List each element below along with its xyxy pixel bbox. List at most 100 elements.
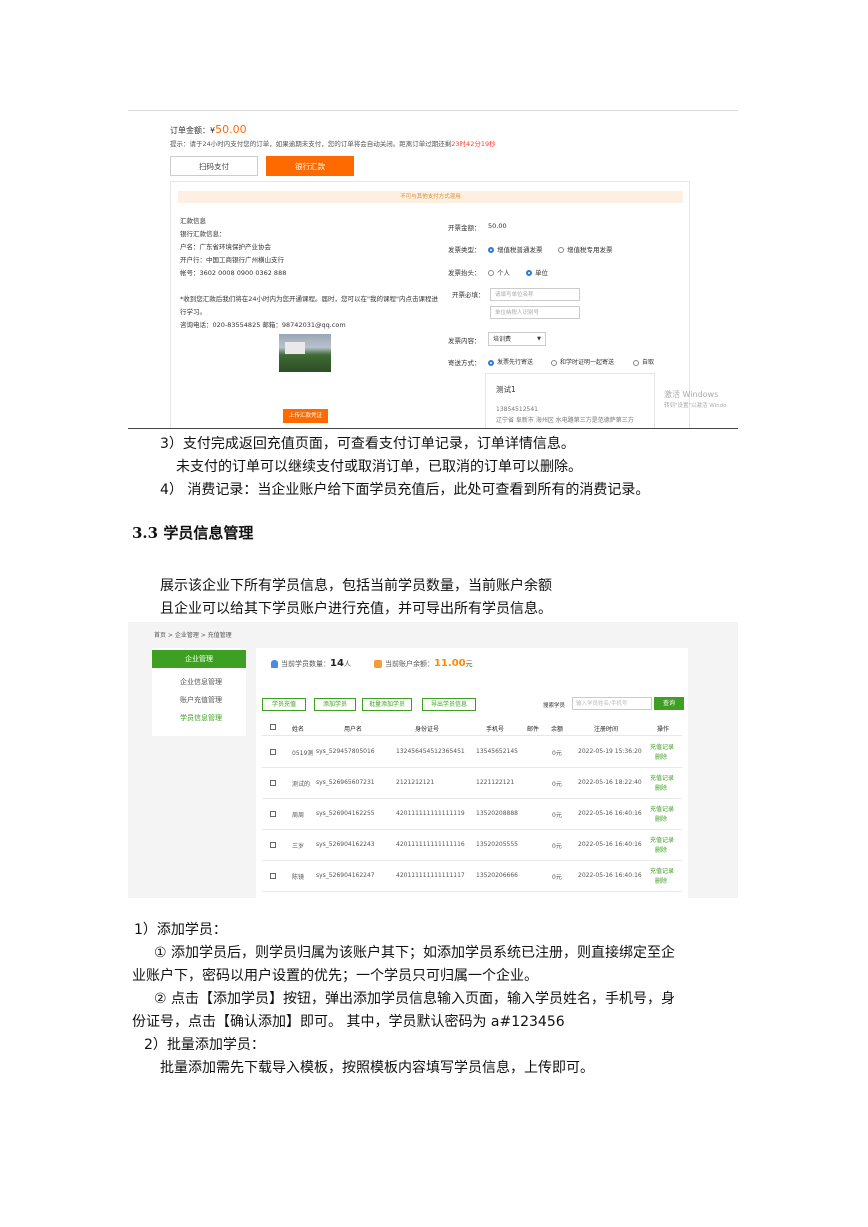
recharge-record-link[interactable]: 充值记录 xyxy=(650,774,674,784)
paragraph: 且企业可以给其下学员账户进行充值，并可导出所有学员信息。 xyxy=(160,601,552,617)
delivery-option[interactable]: 和学时证明一起寄送 xyxy=(551,357,614,366)
students-screenshot: 首页 > 企业管理 > 充值管理 企业管理 企业信息管理 账户充值管理 学员信息… xyxy=(128,622,738,898)
sidebar-title[interactable]: 企业管理 xyxy=(152,650,246,668)
table-cell-time: 2022-05-16 18:22:40 xyxy=(578,779,642,786)
invoice-title-option[interactable]: 单位 xyxy=(526,267,548,277)
account-balance: 当前账户余额：11.00元 xyxy=(374,658,473,669)
table-cell-name: 0519测 xyxy=(292,750,314,757)
add-student-button[interactable]: 添加学员 xyxy=(314,698,356,711)
table-cell-id: 2121212121 xyxy=(396,779,435,786)
column-header: 用户名 xyxy=(344,726,363,733)
table-cell-username: sys_529457805016 xyxy=(316,748,375,755)
delivery-option[interactable]: 发票先行寄送 xyxy=(488,357,533,366)
recharge-record-link[interactable]: 充值记录 xyxy=(650,805,674,815)
search-input[interactable]: 输入学员姓名/手机号 xyxy=(572,697,652,710)
tab-scan-pay[interactable]: 扫码支付 xyxy=(170,156,258,176)
bank-info-line: 开户行：中国工商银行广州横山支行 xyxy=(180,256,284,264)
table-cell-id: 420111111111111119 xyxy=(396,810,465,817)
table-cell-time: 2022-05-16 16:40:16 xyxy=(578,872,642,879)
row-actions: 充值记录 删除 xyxy=(650,743,674,763)
bank-info-line: 咨询电话：020-83554825 邮箱：98742031@qq.com xyxy=(180,321,346,329)
paragraph: ① 添加学员后，则学员归属为该账户其下；如添加学员系统已注册，则直接绑定至企 xyxy=(154,945,675,961)
sidebar-item-students[interactable]: 学员信息管理 xyxy=(180,713,222,723)
delete-link[interactable]: 删除 xyxy=(650,784,674,794)
radio-icon xyxy=(558,247,564,253)
paragraph: 展示该企业下所有学员信息，包括当前学员数量，当前账户余额 xyxy=(160,578,552,594)
export-button[interactable]: 导出学员信息 xyxy=(422,698,476,711)
radio-icon xyxy=(488,270,494,276)
paragraph: 2）批量添加学员： xyxy=(144,1037,265,1053)
row-checkbox[interactable] xyxy=(270,842,276,848)
tax-id-input[interactable]: 单位纳税人识别号 xyxy=(490,306,580,319)
column-header: 手机号 xyxy=(486,726,505,733)
chevron-down-icon: ▼ xyxy=(537,336,541,342)
table-cell-balance: 0元 xyxy=(552,781,562,788)
recharge-record-link[interactable]: 充值记录 xyxy=(650,867,674,877)
table-cell-name: 测试的 xyxy=(292,781,311,788)
radio-icon xyxy=(633,359,639,366)
payment-screenshot: 订单金额：¥50.00 提示：请于24小时内支付您的订单，如果逾期未支付，您的订… xyxy=(128,110,738,429)
paragraph: 4） 消费记录：当企业账户给下面学员充值后，此处可查看到所有的消费记录。 xyxy=(160,482,650,498)
table-cell-balance: 0元 xyxy=(552,843,562,850)
bank-info-line: 行学习。 xyxy=(180,308,206,316)
row-divider xyxy=(262,891,682,892)
bank-info-line: 户名：广东省环境保护产业协会 xyxy=(180,243,271,251)
windows-watermark: 激活 Windows xyxy=(664,390,719,399)
invoice-type-option[interactable]: 增值税普通发票 xyxy=(488,244,543,254)
table-cell-name: 周周 xyxy=(292,812,305,819)
row-checkbox[interactable] xyxy=(270,749,276,755)
row-divider xyxy=(262,860,682,861)
row-checkbox[interactable] xyxy=(270,780,276,786)
paragraph: 业账户下，密码以用户设置的优先；一个学员只可归属一个企业。 xyxy=(132,968,538,984)
table-cell-phone: 13520205555 xyxy=(476,841,518,848)
delete-link[interactable]: 删除 xyxy=(650,753,674,763)
table-cell-time: 2022-05-19 15:36:20 xyxy=(578,748,642,755)
sidebar-item-recharge[interactable]: 账户充值管理 xyxy=(180,695,222,705)
bank-info-line: *收到您汇款后我们将在24小时内为您开通课程。届时，您可以在"我的课程"内点击课… xyxy=(180,295,439,303)
radio-selected-icon xyxy=(488,247,494,253)
invoice-content-label: 发票内容： xyxy=(448,337,481,345)
row-checkbox[interactable] xyxy=(270,873,276,879)
bank-info-line: 帐号：3602 0008 0900 0362 888 xyxy=(180,269,287,277)
select-all-checkbox[interactable] xyxy=(270,724,276,730)
invoice-title-option[interactable]: 个人 xyxy=(488,267,510,277)
divider xyxy=(128,428,738,429)
row-actions: 充值记录 删除 xyxy=(650,836,674,856)
recharge-record-link[interactable]: 充值记录 xyxy=(650,836,674,846)
bank-info: 汇款信息 银行汇款信息： 户名：广东省环境保护产业协会 开户行：中国工商银行广州… xyxy=(180,215,438,332)
recharge-student-button[interactable]: 学员充值 xyxy=(262,698,306,711)
table-cell-id: 132456454512365451 xyxy=(396,748,465,755)
delete-link[interactable]: 删除 xyxy=(650,846,674,856)
delete-link[interactable]: 删除 xyxy=(650,877,674,887)
batch-add-button[interactable]: 批量添加学员 xyxy=(362,698,412,711)
table-cell-username: sys_526904162247 xyxy=(316,872,375,879)
table-cell-username: sys_526904162255 xyxy=(316,810,375,817)
table-cell-balance: 0元 xyxy=(552,812,562,819)
section-heading: 3.3 学员信息管理 xyxy=(132,524,254,542)
paragraph: 份证号，点击【确认添加】即可。 其中，学员默认密码为 a#123456 xyxy=(132,1014,565,1030)
delete-link[interactable]: 删除 xyxy=(650,815,674,825)
tab-bank-transfer[interactable]: 银行汇款 xyxy=(266,156,354,176)
upload-receipt-button[interactable]: 上传汇款凭证 xyxy=(283,409,328,423)
paragraph: 未支付的订单可以继续支付或取消订单，已取消的订单可以删除。 xyxy=(176,459,582,475)
delivery-option[interactable]: 自取 xyxy=(633,357,654,366)
money-bag-icon xyxy=(374,660,382,668)
search-label: 搜索学员 xyxy=(543,703,566,709)
sidebar-item-company-info[interactable]: 企业信息管理 xyxy=(180,677,222,687)
paragraph: ② 点击【添加学员】按钮，弹出添加学员信息输入页面，输入学员姓名，手机号，身 xyxy=(154,991,675,1007)
row-actions: 充值记录 删除 xyxy=(650,774,674,794)
row-checkbox[interactable] xyxy=(270,811,276,817)
student-count: 当前学员数量：14人 xyxy=(271,658,351,669)
countdown: 23时42分19秒 xyxy=(451,140,496,148)
company-name-input[interactable]: 请填写单位名称 xyxy=(490,288,580,301)
recharge-record-link[interactable]: 充值记录 xyxy=(650,743,674,753)
column-header: 姓名 xyxy=(292,726,305,733)
search-button[interactable]: 查询 xyxy=(654,697,684,710)
invoice-content-select[interactable]: 培训费 ▼ xyxy=(488,332,546,346)
payment-notice: 提示：请于24小时内支付您的订单，如果逾期未支付，您的订单将会自动关闭。距离订单… xyxy=(170,140,496,148)
invoice-type-option[interactable]: 增值税专用发票 xyxy=(558,244,613,254)
address-name: 测试1 xyxy=(496,385,516,394)
row-actions: 充值记录 删除 xyxy=(650,805,674,825)
address-line: 辽宁省 阜新市 海州区 水电路第三方是范德萨第三方 xyxy=(496,417,634,424)
table-cell-id: 420111111111111117 xyxy=(396,872,465,879)
